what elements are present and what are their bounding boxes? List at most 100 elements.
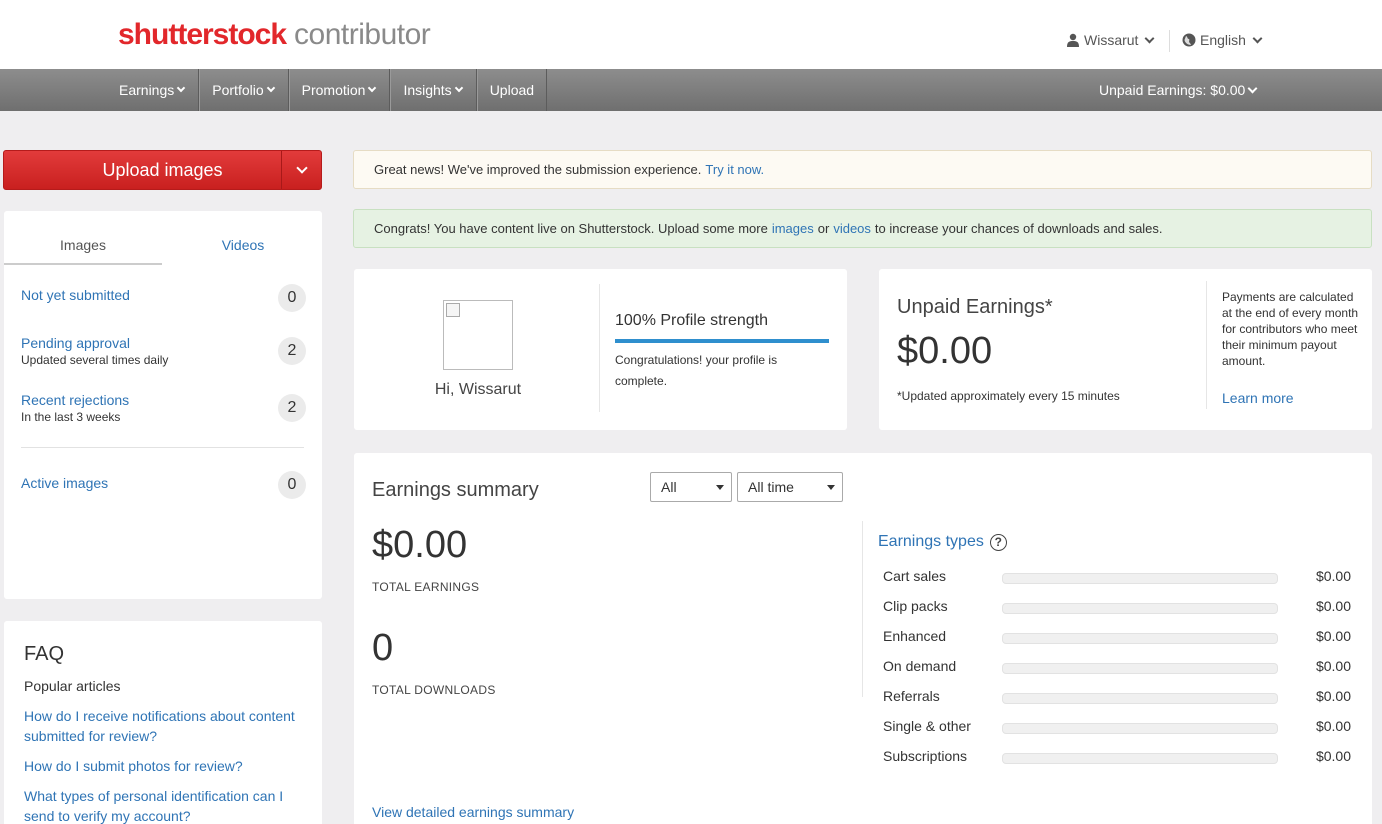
user-name: Wissarut: [1084, 32, 1139, 48]
stat-title[interactable]: Active images: [21, 475, 306, 491]
earnings-type-amount: $0.00: [1315, 718, 1351, 734]
chevron-down-icon: [454, 83, 463, 93]
earnings-type-row: Single & other $0.00: [883, 718, 1351, 738]
stat-count-badge: 2: [278, 394, 306, 422]
earnings-type-bar: [1002, 723, 1278, 734]
images-link[interactable]: images: [772, 221, 814, 236]
unpaid-earnings-menu[interactable]: Unpaid Earnings: $0.00: [1099, 69, 1258, 111]
user-menu[interactable]: Wissarut: [1066, 32, 1155, 48]
nav-earnings-label: Earnings: [119, 82, 175, 98]
videos-link[interactable]: videos: [833, 221, 871, 236]
stat-not-yet-submitted: Not yet submitted 0: [21, 284, 306, 312]
earnings-type-row: Enhanced $0.00: [883, 628, 1351, 648]
earnings-type-name: On demand: [883, 658, 957, 674]
success-alert: Congrats! You have content live on Shutt…: [353, 209, 1372, 248]
stat-pending-approval: Pending approval Updated several times d…: [21, 335, 306, 367]
profile-strength-bar: [615, 339, 829, 343]
upload-options-toggle[interactable]: [281, 151, 321, 189]
earnings-type-amount: $0.00: [1315, 628, 1351, 644]
earnings-type-row: Subscriptions $0.00: [883, 748, 1351, 768]
nav-portfolio-label: Portfolio: [212, 82, 264, 98]
chevron-down-icon: [266, 83, 275, 93]
earnings-type-bar: [1002, 603, 1278, 614]
time-range-select[interactable]: All time: [737, 472, 843, 502]
earnings-type-name: Subscriptions: [883, 748, 968, 764]
nav-upload[interactable]: Upload: [476, 69, 548, 111]
faq-popular-heading: Popular articles: [24, 678, 121, 694]
header-divider: [1169, 30, 1170, 52]
earnings-type-name: Clip packs: [883, 598, 948, 614]
view-detailed-earnings-link[interactable]: View detailed earnings summary: [372, 804, 574, 820]
faq-link[interactable]: How do I receive notifications about con…: [24, 706, 309, 746]
tab-images[interactable]: Images: [4, 229, 162, 265]
shutterstock-logo[interactable]: shutterstock contributor: [118, 18, 431, 52]
earnings-summary-title: Earnings summary: [372, 479, 539, 501]
profile-card: Hi, Wissarut 100% Profile strength Congr…: [354, 269, 847, 430]
unpaid-earnings-nav-label: Unpaid Earnings: $0.00: [1099, 82, 1246, 98]
user-icon: [1067, 33, 1079, 47]
nav-insights-label: Insights: [403, 82, 452, 98]
nav-insights[interactable]: Insights: [390, 69, 477, 111]
nav-earnings[interactable]: Earnings: [107, 69, 200, 111]
total-earnings-value: $0.00: [372, 524, 468, 566]
time-range-value: All time: [748, 479, 794, 495]
chevron-down-icon: [1252, 33, 1263, 43]
avatar[interactable]: [443, 300, 513, 370]
unpaid-divider: [1206, 281, 1207, 409]
stat-title[interactable]: Recent rejections: [21, 392, 306, 408]
language-label: English: [1200, 32, 1246, 48]
chevron-down-icon: [1247, 83, 1258, 93]
success-alert-tail: to increase your chances of downloads an…: [874, 221, 1163, 236]
stat-count-badge: 0: [278, 284, 306, 312]
earnings-type-select[interactable]: All: [650, 472, 732, 502]
earnings-type-amount: $0.00: [1315, 688, 1351, 704]
content-tabs: Images Videos: [4, 229, 322, 265]
language-menu[interactable]: English: [1182, 32, 1263, 48]
unpaid-earnings-title: Unpaid Earnings*: [897, 296, 1053, 318]
earnings-types-title: Earnings types: [878, 533, 984, 550]
dropdown-arrow-icon: [827, 485, 835, 490]
earnings-type-row: On demand $0.00: [883, 658, 1351, 678]
logo-brand: shutterstock: [118, 18, 287, 51]
earnings-type-amount: $0.00: [1315, 598, 1351, 614]
chevron-down-icon: [295, 161, 308, 174]
earnings-types-heading[interactable]: Earnings types ?: [878, 533, 1007, 551]
faq-card: FAQ Popular articles How do I receive no…: [4, 621, 322, 824]
chevron-down-icon: [368, 83, 377, 93]
earnings-type-bar: [1002, 753, 1278, 764]
main-nav: Earnings Portfolio Promotion Insights Up…: [0, 69, 1382, 111]
question-circle-icon[interactable]: ?: [989, 533, 1007, 551]
greeting: Hi, Wissarut: [434, 381, 522, 398]
earnings-type-name: Referrals: [883, 688, 940, 704]
broken-image-icon: [446, 303, 460, 317]
upload-images-button[interactable]: Upload images: [3, 150, 322, 190]
nav-promotion-label: Promotion: [301, 82, 366, 98]
nav-portfolio[interactable]: Portfolio: [199, 69, 289, 111]
try-it-now-link[interactable]: Try it now.: [705, 162, 764, 177]
learn-more-link[interactable]: Learn more: [1222, 390, 1294, 406]
faq-link[interactable]: How do I submit photos for review?: [24, 756, 309, 776]
chevron-down-icon: [1145, 33, 1155, 43]
tab-videos[interactable]: Videos: [164, 229, 322, 265]
nav-promotion[interactable]: Promotion: [288, 69, 391, 111]
top-header: shutterstock contributor Wissarut English: [0, 0, 1382, 69]
earnings-type-amount: $0.00: [1315, 658, 1351, 674]
stat-title[interactable]: Pending approval: [21, 335, 306, 351]
earnings-type-bar: [1002, 693, 1278, 704]
upload-images-label: Upload images: [102, 159, 223, 180]
earnings-type-value: All: [661, 479, 677, 495]
stat-subtitle: In the last 3 weeks: [21, 410, 121, 424]
content-status-card: Images Videos Not yet submitted 0 Pendin…: [4, 211, 322, 599]
stats-divider: [21, 447, 304, 448]
unpaid-earnings-card: Unpaid Earnings* $0.00 *Updated approxim…: [879, 269, 1372, 430]
total-downloads-label: TOTAL DOWNLOADS: [372, 683, 496, 697]
stat-title[interactable]: Not yet submitted: [21, 287, 306, 303]
profile-strength-label: 100% Profile strength: [615, 312, 768, 329]
faq-link[interactable]: What types of personal identification ca…: [24, 786, 309, 824]
earnings-type-amount: $0.00: [1315, 748, 1351, 764]
earnings-type-bar: [1002, 633, 1278, 644]
earnings-type-bar: [1002, 573, 1278, 584]
stat-recent-rejections: Recent rejections In the last 3 weeks 2: [21, 392, 306, 424]
profile-message: Congratulations! your profile is complet…: [615, 353, 778, 388]
logo-subtitle: contributor: [294, 18, 431, 51]
